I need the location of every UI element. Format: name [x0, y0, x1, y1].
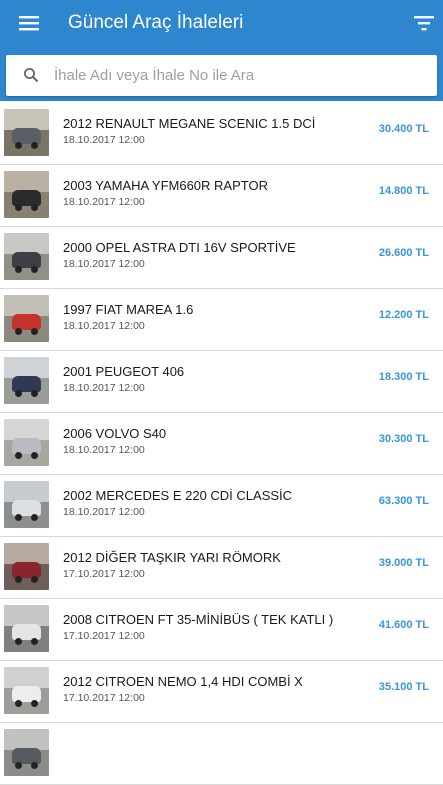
auction-date: 18.10.2017 12:00 [63, 196, 145, 208]
vehicle-name: 2000 OPEL ASTRA DTI 16V SPORTİVE [63, 240, 296, 255]
auction-price: 18.300 TL [378, 371, 429, 383]
search-input[interactable] [54, 61, 424, 90]
auction-price: 63.300 TL [378, 495, 429, 507]
vehicle-name: 2008 CITROEN FT 35-MİNİBÜS ( TEK KATLI ) [63, 612, 334, 627]
vehicle-name: 2003 YAMAHA YFM660R RAPTOR [63, 178, 268, 193]
vehicle-thumbnail [4, 605, 49, 652]
vehicle-name: 2002 MERCEDES E 220 CDİ CLASSİC [63, 488, 293, 503]
vehicle-thumbnail [4, 171, 49, 218]
vehicle-name: 2012 RENAULT MEGANE SCENIC 1.5 DCİ [63, 116, 316, 131]
filter-icon [414, 16, 434, 31]
list-item[interactable] [0, 723, 443, 785]
list-item[interactable]: 1997 FIAT MAREA 1.6 18.10.2017 12:00 12.… [0, 289, 443, 351]
app-bar: Güncel Araç İhaleleri [0, 0, 443, 101]
vehicle-name: 1997 FIAT MAREA 1.6 [63, 302, 194, 317]
auction-date: 18.10.2017 12:00 [63, 506, 145, 518]
auction-date: 18.10.2017 12:00 [63, 444, 145, 456]
page-title: Güncel Araç İhaleleri [68, 12, 244, 33]
vehicle-thumbnail [4, 481, 49, 528]
list-item[interactable]: 2012 CITROEN NEMO 1,4 HDI COMBİ X 17.10.… [0, 661, 443, 723]
auction-price: 30.300 TL [378, 433, 429, 445]
auction-price: 30.400 TL [378, 123, 429, 135]
vehicle-thumbnail [4, 233, 49, 280]
vehicle-thumbnail [4, 729, 49, 776]
auction-date: 18.10.2017 12:00 [63, 258, 145, 270]
list-item[interactable]: 2001 PEUGEOT 406 18.10.2017 12:00 18.300… [0, 351, 443, 413]
list-item[interactable]: 2002 MERCEDES E 220 CDİ CLASSİC 18.10.20… [0, 475, 443, 537]
list-item[interactable]: 2012 DİĞER TAŞKIR YARI RÖMORK 17.10.2017… [0, 537, 443, 599]
filter-button[interactable] [410, 12, 438, 34]
auction-price: 26.600 TL [378, 247, 429, 259]
auction-date: 17.10.2017 12:00 [63, 692, 145, 704]
auction-price: 39.000 TL [378, 557, 429, 569]
vehicle-thumbnail [4, 295, 49, 342]
menu-button[interactable] [14, 11, 44, 35]
vehicle-thumbnail [4, 419, 49, 466]
auction-price: 35.100 TL [378, 681, 429, 693]
auction-list: 2012 RENAULT MEGANE SCENIC 1.5 DCİ 18.10… [0, 103, 443, 785]
list-item[interactable]: 2008 CITROEN FT 35-MİNİBÜS ( TEK KATLI )… [0, 599, 443, 661]
menu-icon [19, 16, 39, 31]
vehicle-thumbnail [4, 109, 49, 156]
list-item[interactable]: 2006 VOLVO S40 18.10.2017 12:00 30.300 T… [0, 413, 443, 475]
auction-price: 41.600 TL [378, 619, 429, 631]
list-item[interactable]: 2003 YAMAHA YFM660R RAPTOR 18.10.2017 12… [0, 165, 443, 227]
auction-date: 18.10.2017 12:00 [63, 382, 145, 394]
vehicle-name: 2006 VOLVO S40 [63, 426, 167, 441]
vehicle-name: 2012 CITROEN NEMO 1,4 HDI COMBİ X [63, 674, 303, 689]
vehicle-thumbnail [4, 667, 49, 714]
auction-date: 17.10.2017 12:00 [63, 630, 145, 642]
auction-date: 17.10.2017 12:00 [63, 568, 145, 580]
list-item[interactable]: 2000 OPEL ASTRA DTI 16V SPORTİVE 18.10.2… [0, 227, 443, 289]
vehicle-name: 2001 PEUGEOT 406 [63, 364, 185, 379]
vehicle-thumbnail [4, 357, 49, 404]
list-item[interactable]: 2012 RENAULT MEGANE SCENIC 1.5 DCİ 18.10… [0, 103, 443, 165]
auction-price: 12.200 TL [378, 309, 429, 321]
auction-date: 18.10.2017 12:00 [63, 134, 145, 146]
vehicle-name: 2012 DİĞER TAŞKIR YARI RÖMORK [63, 550, 281, 565]
auction-date: 18.10.2017 12:00 [63, 320, 145, 332]
search-bar [6, 55, 437, 96]
search-icon[interactable] [23, 67, 39, 83]
auction-price: 14.800 TL [378, 185, 429, 197]
vehicle-thumbnail [4, 543, 49, 590]
